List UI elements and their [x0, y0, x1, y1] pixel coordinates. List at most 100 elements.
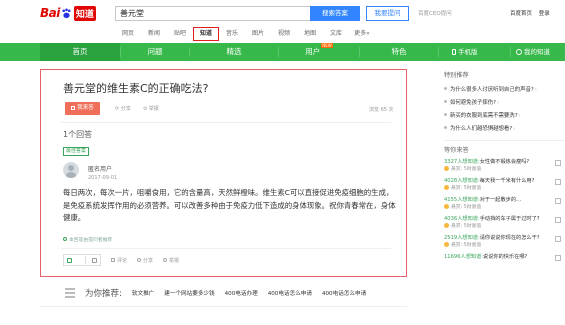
nav-news[interactable]: 新闻 — [141, 27, 167, 41]
edit-icon[interactable] — [555, 198, 561, 204]
recommend-item[interactable]: 软文推广 — [132, 289, 154, 297]
search-input[interactable] — [115, 6, 310, 21]
mobile-label: 手机版 — [458, 48, 478, 56]
user-links: 百度首页 登录 — [510, 9, 555, 17]
baidu-home-link[interactable]: 百度首页 — [510, 11, 532, 17]
tab-questions[interactable]: 问题 — [121, 43, 189, 61]
avatar-body — [66, 172, 76, 178]
source-note-label: 本回答由提问者推荐 — [69, 238, 113, 243]
special-item-label: 为什么人们越恐惧越想看? — [450, 126, 513, 132]
header: Bai 知道 搜索答案 我要提问 百度CEO提问 百度首页 登录 — [0, 0, 565, 26]
chevron-right-icon: › — [497, 100, 500, 106]
nav-more[interactable]: 更多» — [349, 27, 375, 41]
nav-web[interactable]: 网页 — [115, 27, 141, 41]
thumbs-down-icon[interactable] — [91, 257, 97, 263]
coin-icon — [444, 185, 449, 190]
mobile-version-link[interactable]: 手机版 — [452, 43, 507, 61]
edit-icon[interactable] — [555, 160, 561, 166]
special-item[interactable]: 为什么很多人讨厌听到自己的声音?› — [444, 84, 565, 97]
login-link[interactable]: 登录 — [539, 11, 550, 17]
special-item[interactable]: 新买的衣服到底需不需要洗?› — [444, 110, 565, 123]
answer-share-link[interactable]: 分享 — [137, 257, 153, 264]
report-icon — [163, 258, 168, 262]
reward: 悬赏: 5财富值 — [444, 166, 565, 174]
tab-home[interactable]: 首页 — [40, 43, 120, 61]
nav-zhidao[interactable]: 知道 — [193, 27, 219, 41]
avatar[interactable] — [63, 162, 79, 178]
bullet-icon — [444, 100, 447, 103]
wait-question: 4036人想知道:手动挡的车子属于过时了? — [444, 216, 540, 222]
report-link[interactable]: ⊘ 举报 — [143, 105, 159, 112]
recommend-title: 为你推荐: — [85, 289, 122, 299]
coin-icon — [444, 166, 449, 171]
tab-users-label: 用户 — [305, 47, 321, 56]
share-link[interactable]: ⟳ 分享 — [115, 105, 131, 112]
wait-answer-title: 等你来答 — [444, 147, 469, 154]
wait-item[interactable]: 4155人想知道:对于一起散步的… 悬赏: 5财富值 — [444, 196, 565, 215]
search-button[interactable]: 搜索答案 — [310, 6, 360, 21]
answer-actions: 评论 分享 举报 — [63, 253, 179, 267]
wait-item[interactable]: 11696人想知道:说说你的快乐在哪? — [444, 253, 565, 272]
nav-images[interactable]: 图片 — [245, 27, 271, 41]
ask-question-button[interactable]: 我要提问 — [366, 6, 409, 21]
best-answer-tag: 最佳答案 — [63, 147, 90, 156]
check-icon — [63, 237, 67, 241]
edit-icon[interactable] — [555, 179, 561, 185]
reward: 悬赏: 5财富值 — [444, 223, 565, 231]
user-icon — [516, 49, 522, 55]
recommend-item[interactable]: 400电话办理 — [225, 289, 258, 297]
edit-icon[interactable] — [555, 255, 561, 261]
tab-special[interactable]: 特色 — [360, 43, 438, 61]
special-title: 特别推荐 — [444, 72, 469, 79]
answer-button[interactable]: 我来答 — [65, 102, 100, 115]
wait-question: 4028人想知道:每天我一千米有什么用? — [444, 178, 535, 184]
recommend-item[interactable]: 400电话怎么申请 — [268, 289, 312, 297]
recommend-item[interactable]: 建一个网站要多少钱 — [164, 289, 214, 297]
comment-link[interactable]: 评论 — [111, 257, 127, 264]
special-item[interactable]: 如何避免孩子摔伤?› — [444, 97, 565, 110]
wait-question: 4155人想知道:对于一起散步的… — [444, 197, 522, 203]
recommend-item[interactable]: 400电话怎么申请 — [322, 289, 366, 297]
coin-icon — [444, 223, 449, 228]
question-title: 善元堂的维生素C的正确吃法? — [63, 82, 209, 95]
new-badge: NEW — [321, 43, 333, 48]
nav-music[interactable]: 音乐 — [219, 27, 245, 41]
special-list: 为什么很多人讨厌听到自己的声音?› 如何避免孩子摔伤?› 新买的衣服到底需不需要… — [444, 84, 565, 136]
main-nav-bar: 首页 问题 精选 用户NEW 特色 手机版 我的知道 — [0, 43, 565, 61]
nav-video[interactable]: 视频 — [271, 27, 297, 41]
recommendations: 为你推荐: 软文推广 建一个网站要多少钱 400电话办理 400电话怎么申请 4… — [65, 287, 376, 299]
ceo-link[interactable]: 百度CEO提问 — [418, 9, 452, 17]
special-item-label: 新买的衣服到底需不需要洗? — [450, 113, 518, 119]
wait-item[interactable]: 4036人想知道:手动挡的车子属于过时了? 悬赏: 5财富值 — [444, 215, 565, 234]
nav-separator — [510, 47, 511, 57]
answer-report-label: 举报 — [169, 257, 180, 264]
share-label: 分享 — [120, 106, 131, 112]
baidu-zhidao-logo[interactable]: Bai 知道 — [40, 5, 96, 21]
nav-map[interactable]: 地图 — [297, 27, 323, 41]
thumbs-up-icon[interactable] — [67, 257, 73, 263]
wait-question: 2519人想知道:请你说说你现在的怎么干? — [444, 235, 540, 241]
nav-wenku[interactable]: 文库 — [323, 27, 349, 41]
wait-item[interactable]: 2519人想知道:请你说说你现在的怎么干? 悬赏: 5财富值 — [444, 234, 565, 253]
tab-featured[interactable]: 精选 — [190, 43, 278, 61]
paw-icon — [62, 8, 71, 18]
special-item-label: 为什么很多人讨厌听到自己的声音? — [450, 87, 534, 93]
edit-icon[interactable] — [555, 217, 561, 223]
product-nav: 网页 新闻 贴吧 知道 音乐 图片 视频 地图 文库 更多» — [115, 27, 375, 41]
my-zhidao-link[interactable]: 我的知道 — [516, 43, 565, 61]
reward: 悬赏: 5财富值 — [444, 204, 565, 212]
special-item[interactable]: 为什么人们越恐惧越想看?› — [444, 123, 565, 136]
sidebar: 特别推荐 为什么很多人讨厌听到自己的声音?› 如何避免孩子摔伤?› 新买的衣服到… — [444, 70, 565, 272]
wait-item[interactable]: 4028人想知道:每天我一千米有什么用? 悬赏: 5财富值 — [444, 177, 565, 196]
answer-text: 每日两次，每次一片，咀嚼食用，它的含量高，天然鲜橙味。维生素C可以直接促进免疫细… — [63, 188, 396, 222]
wait-item[interactable]: 3327人想知道:女性做不锻炼会瘦吗? 悬赏: 5财富值 — [444, 158, 565, 177]
report-label: 举报 — [148, 106, 159, 112]
nav-tieba[interactable]: 贴吧 — [167, 27, 193, 41]
answer-date: 2017-09-01 — [88, 175, 118, 181]
edit-icon[interactable] — [555, 236, 561, 242]
tab-users[interactable]: 用户NEW — [279, 43, 359, 61]
vote-box — [63, 254, 101, 266]
answer-report-link[interactable]: 举报 — [163, 257, 179, 264]
bullet-icon — [444, 113, 447, 116]
chevron-right-icon: › — [534, 87, 537, 93]
